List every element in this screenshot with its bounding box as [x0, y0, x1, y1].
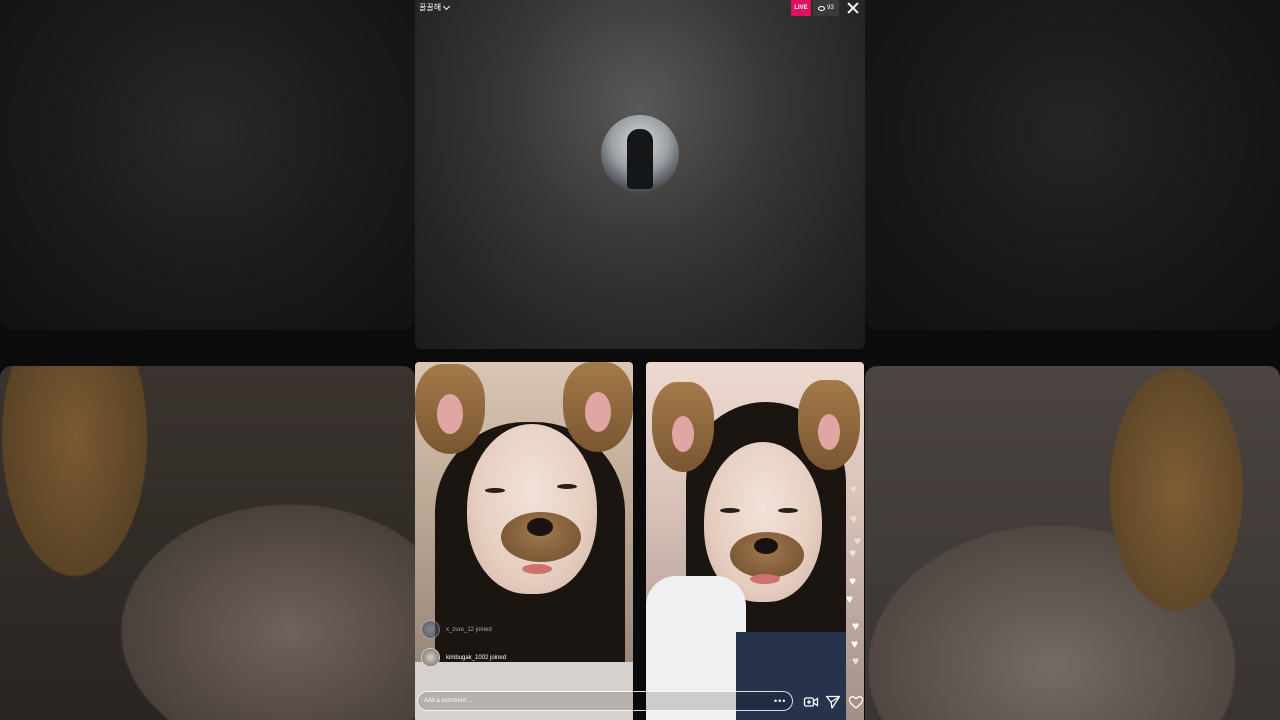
- dog-ear-right: [563, 362, 633, 452]
- heart-icon: ♥: [852, 654, 860, 668]
- host-stream: [415, 0, 865, 349]
- eye-right: [778, 508, 798, 513]
- heart-icon: ♥: [846, 592, 854, 606]
- top-bar: 꿀꿀해 LIVE 93: [415, 0, 865, 16]
- heart-icon[interactable]: [848, 694, 864, 710]
- eye-right: [557, 484, 577, 489]
- video-add-icon[interactable]: [803, 694, 819, 710]
- activity-row: x_zure_12 joined: [421, 620, 492, 639]
- avatar: [421, 648, 440, 667]
- background-blur-bottom-left: [0, 366, 415, 720]
- heart-icon: ♥: [850, 482, 858, 496]
- viewer-count: 93: [827, 5, 834, 11]
- ear-inner: [818, 414, 840, 450]
- more-icon[interactable]: •••: [774, 696, 786, 706]
- chevron-down-icon: [443, 2, 451, 11]
- host-username[interactable]: 꿀꿀해: [419, 2, 451, 13]
- activity-text: x_zure_12 joined: [446, 626, 492, 633]
- activity-row: kimbugak_1002 joined: [421, 648, 506, 667]
- background-blur-bottom-right: [865, 366, 1280, 720]
- heart-icon: ♥: [850, 512, 858, 526]
- comment-input[interactable]: Add a comment ...: [417, 691, 793, 711]
- bottom-bar: Add a comment ... •••: [415, 690, 865, 714]
- guest-stream-right[interactable]: ♥ ♥ ♥ ♥ ♥ ♥ ♥ ♥ ♥: [646, 362, 864, 720]
- dog-ear-left: [415, 364, 485, 454]
- heart-icon: ♥: [849, 574, 857, 588]
- close-icon[interactable]: [845, 0, 861, 16]
- lips: [522, 564, 552, 574]
- host-avatar[interactable]: [601, 115, 679, 193]
- eye-left: [485, 488, 505, 493]
- heart-icon: ♥: [851, 637, 859, 651]
- avatar-figure: [627, 129, 653, 189]
- send-icon[interactable]: [825, 694, 841, 710]
- live-badge: LIVE: [791, 0, 811, 16]
- heart-icon: ♥: [852, 619, 860, 633]
- background-blur-top-left: [0, 0, 415, 330]
- dog-nose: [754, 538, 778, 554]
- viewer-count-badge[interactable]: 93: [813, 0, 839, 16]
- comment-placeholder: Add a comment ...: [424, 698, 473, 704]
- eye-left: [720, 508, 740, 513]
- dog-ear-right: [798, 380, 860, 470]
- ear-inner: [437, 394, 463, 434]
- heart-icon: ♥: [849, 546, 857, 560]
- avatar: [421, 620, 440, 639]
- dog-nose: [527, 518, 553, 536]
- dog-ear-left: [652, 382, 714, 472]
- ear-inner: [585, 392, 611, 432]
- host-username-text: 꿀꿀해: [419, 3, 442, 12]
- background-blur-top-right: [865, 0, 1280, 330]
- ear-inner: [672, 416, 694, 452]
- lips: [750, 574, 780, 584]
- eye-icon: [818, 5, 826, 11]
- activity-text: kimbugak_1002 joined: [446, 654, 507, 661]
